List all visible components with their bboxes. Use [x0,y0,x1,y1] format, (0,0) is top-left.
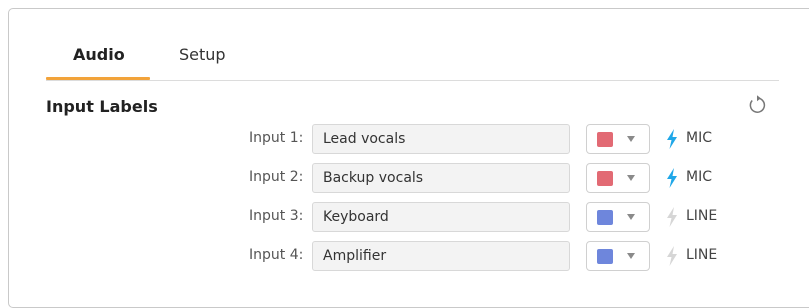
chevron-down-icon [627,175,635,181]
chevron-down-icon [627,253,635,259]
input-name-field[interactable] [312,241,570,271]
phantom-power-icon [667,168,677,188]
color-dropdown[interactable] [586,241,650,271]
color-dropdown[interactable] [586,163,650,193]
tab-audio[interactable]: Audio [46,44,150,80]
chevron-down-icon [627,214,635,220]
input-row-label: Input 3: [249,208,304,224]
phantom-power-icon [667,246,677,266]
input-level-label: MIC [686,130,712,146]
color-dropdown[interactable] [586,124,650,154]
input-row: Input 1: MIC [0,124,809,154]
reset-button[interactable] [746,94,768,116]
reset-icon [749,95,766,113]
input-row: Input 4: LINE [0,241,809,271]
phantom-power-icon [667,129,677,149]
input-name-field[interactable] [312,202,570,232]
phantom-power-icon [667,207,677,227]
active-tab-indicator [46,77,150,80]
input-name-field[interactable] [312,124,570,154]
tab-bar: Audio Setup [46,44,779,81]
tab-setup-label: Setup [179,45,226,64]
input-level-label: LINE [686,247,718,263]
tab-audio-label: Audio [73,45,125,64]
color-dropdown[interactable] [586,202,650,232]
input-row-label: Input 1: [249,130,304,146]
input-level-label: LINE [686,208,718,224]
color-swatch [597,210,613,225]
color-swatch [597,171,613,186]
tab-setup[interactable]: Setup [179,44,239,78]
input-name-field[interactable] [312,163,570,193]
input-row-label: Input 4: [249,247,304,263]
color-swatch [597,132,613,147]
input-row: Input 3: LINE [0,202,809,232]
input-row-label: Input 2: [249,169,304,185]
input-row: Input 2: MIC [0,163,809,193]
chevron-down-icon [627,136,635,142]
color-swatch [597,249,613,264]
section-title: Input Labels [46,97,158,116]
input-level-label: MIC [686,169,712,185]
